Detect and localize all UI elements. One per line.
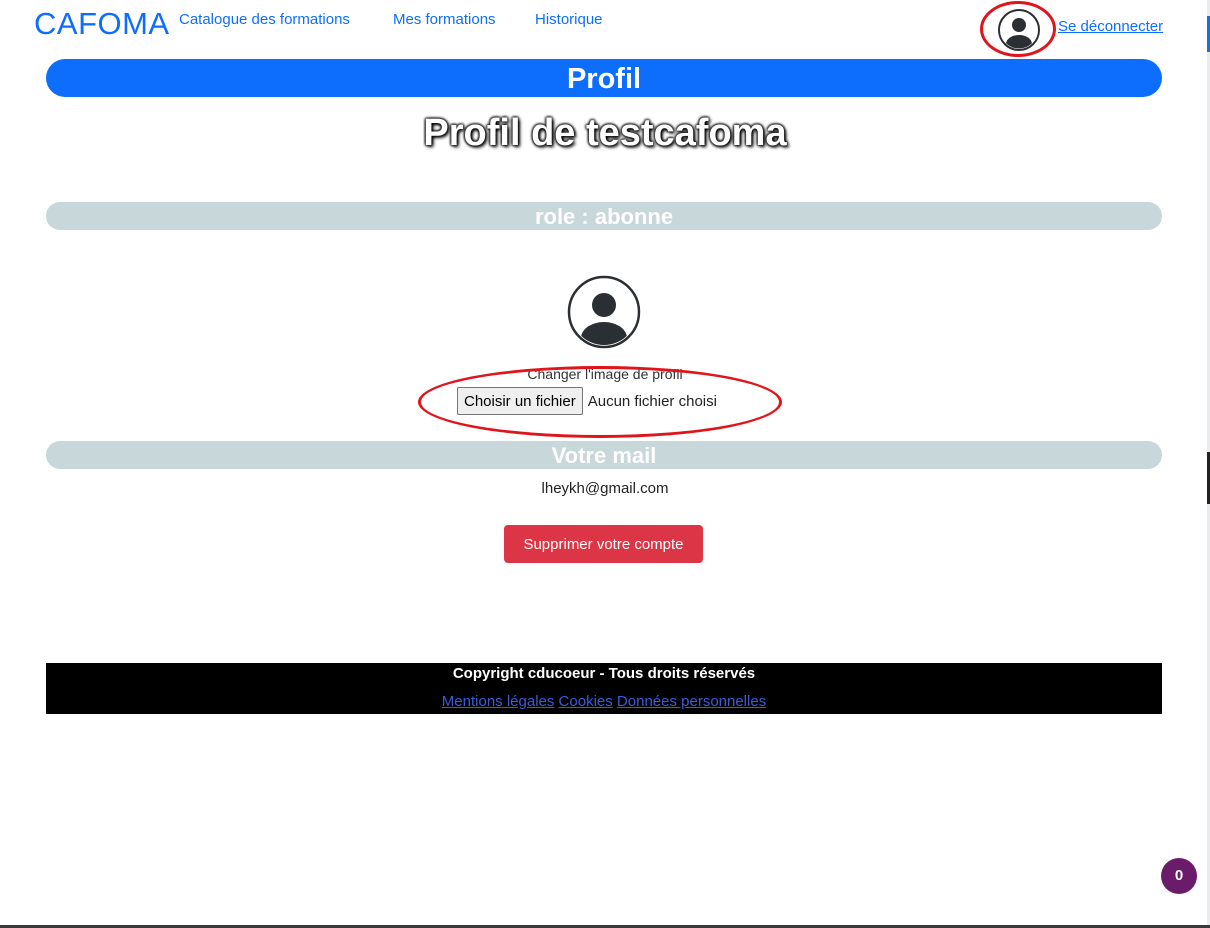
footer-links: Mentions légales Cookies Données personn… [46,693,1162,710]
brand-logo[interactable]: CAFOMA [34,6,170,42]
profile-banner: Profil [46,59,1162,97]
logout-link[interactable]: Se déconnecter [1058,18,1163,35]
nav-catalogue[interactable]: Catalogue des formations [179,11,350,28]
delete-account-button[interactable]: Supprimer votre compte [504,525,703,563]
change-picture-label: Changer l'image de profil [527,366,683,382]
copyright-text: Copyright cducoeur - Tous droits réservé… [452,665,756,682]
page-title: Profil de testcafoma [423,112,787,154]
notification-badge[interactable]: 0 [1161,858,1197,894]
choose-file-button[interactable]: Choisir un fichier [457,387,583,415]
footer-link-mentions[interactable]: Mentions légales [442,693,555,710]
role-banner: role : abonne [46,202,1162,230]
user-avatar-icon[interactable] [997,8,1041,52]
email-value: lheykh@gmail.com [541,480,669,497]
profile-picture-icon [567,275,641,349]
file-input[interactable]: Choisir un fichier Aucun fichier choisi [457,387,717,415]
footer-link-donnees[interactable]: Données personnelles [617,693,766,710]
nav-historique[interactable]: Historique [535,11,603,28]
footer: Copyright cducoeur - Tous droits réservé… [46,663,1162,714]
mail-banner: Votre mail [46,441,1162,469]
footer-link-cookies[interactable]: Cookies [559,693,613,710]
file-status-text: Aucun fichier choisi [587,392,717,410]
nav-mes-formations[interactable]: Mes formations [393,11,496,28]
